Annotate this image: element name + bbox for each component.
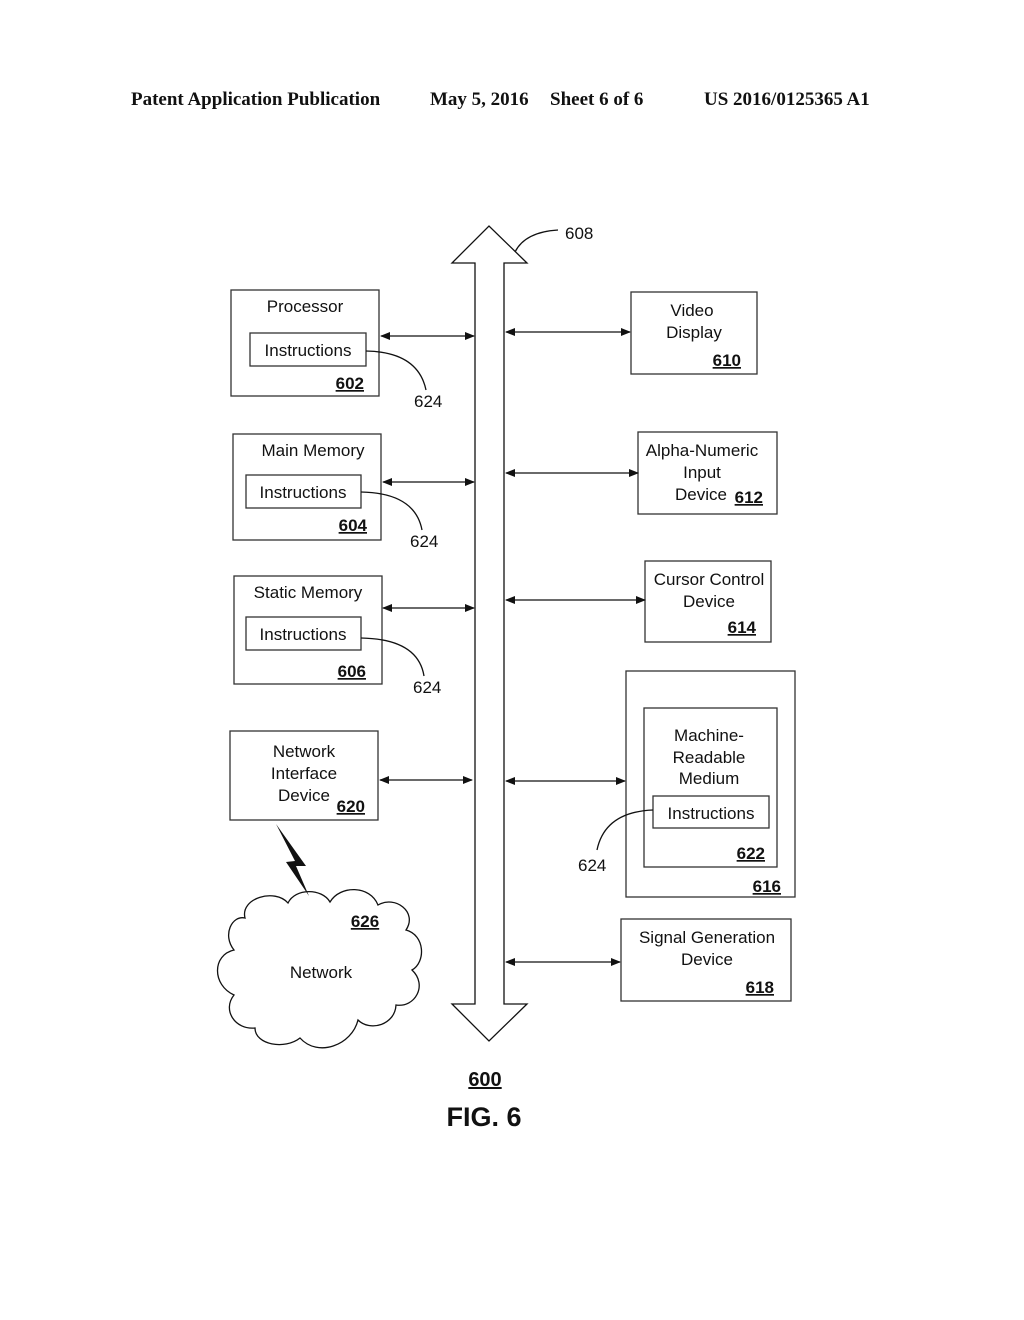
- svg-text:Instructions: Instructions: [668, 804, 755, 823]
- instructions-ref-label: 624: [413, 678, 441, 697]
- video-display-block: Video Display 610: [630, 291, 758, 375]
- bus-ref-label: 608: [565, 224, 593, 243]
- drive-unit-block: 616 Machine- Readable Medium Instruction…: [625, 670, 796, 898]
- processor-block: Processor Instructions 602: [230, 289, 380, 397]
- svg-text:602: 602: [336, 374, 364, 393]
- svg-text:606: 606: [338, 662, 366, 681]
- svg-text:Machine-: Machine-: [674, 726, 744, 745]
- signal-generation-block: Signal Generation Device 618: [620, 918, 792, 1002]
- svg-text:Main Memory: Main Memory: [262, 441, 365, 460]
- bus-leader-line: [514, 229, 559, 253]
- svg-text:Processor: Processor: [267, 297, 344, 316]
- svg-text:Cursor Control: Cursor Control: [654, 570, 765, 589]
- alphanumeric-input-block: Alpha-Numeric Input Device 612: [637, 431, 778, 515]
- svg-text:Static Memory: Static Memory: [254, 583, 363, 602]
- static-memory-block: Static Memory Instructions 606: [233, 575, 383, 685]
- instructions-ref-label: 624: [578, 856, 606, 875]
- cursor-control-block: Cursor Control Device 614: [644, 560, 772, 643]
- svg-text:618: 618: [746, 978, 774, 997]
- wireless-link-icon: [276, 824, 309, 896]
- svg-text:Signal Generation: Signal Generation: [639, 928, 775, 947]
- svg-text:612: 612: [735, 488, 763, 507]
- instructions-ref-label: 624: [410, 532, 438, 551]
- svg-text:Input: Input: [683, 463, 721, 482]
- svg-text:Alpha-Numeric: Alpha-Numeric: [646, 441, 759, 460]
- svg-text:Device: Device: [681, 950, 733, 969]
- system-bus: [450, 225, 529, 1042]
- svg-text:Interface: Interface: [271, 764, 337, 783]
- network-interface-block: Network Interface Device 620: [229, 730, 379, 821]
- svg-text:Instructions: Instructions: [260, 483, 347, 502]
- network-cloud: 626 Network: [217, 889, 423, 1049]
- svg-text:626: 626: [351, 912, 379, 931]
- instructions-ref-label: 624: [414, 392, 442, 411]
- figure-caption: FIG. 6: [446, 1102, 521, 1132]
- svg-text:Instructions: Instructions: [260, 625, 347, 644]
- svg-text:Device: Device: [683, 592, 735, 611]
- svg-text:Instructions: Instructions: [265, 341, 352, 360]
- svg-text:620: 620: [337, 797, 365, 816]
- figure-ref: 600: [468, 1069, 501, 1091]
- svg-text:Display: Display: [666, 323, 722, 342]
- svg-text:622: 622: [737, 844, 765, 863]
- svg-text:Medium: Medium: [679, 769, 739, 788]
- svg-text:616: 616: [753, 877, 781, 896]
- svg-text:614: 614: [728, 618, 757, 637]
- svg-text:Readable: Readable: [673, 748, 746, 767]
- main-memory-block: Main Memory Instructions 604: [232, 433, 382, 541]
- svg-text:Network: Network: [273, 742, 336, 761]
- svg-text:Video: Video: [670, 301, 713, 320]
- svg-text:Network: Network: [290, 963, 353, 982]
- svg-text:610: 610: [713, 351, 741, 370]
- svg-text:604: 604: [339, 516, 368, 535]
- figure-6-diagram: 608 Processor Instructions 602 624 Main …: [217, 224, 796, 1132]
- svg-text:Device: Device: [675, 485, 727, 504]
- svg-text:Device: Device: [278, 786, 330, 805]
